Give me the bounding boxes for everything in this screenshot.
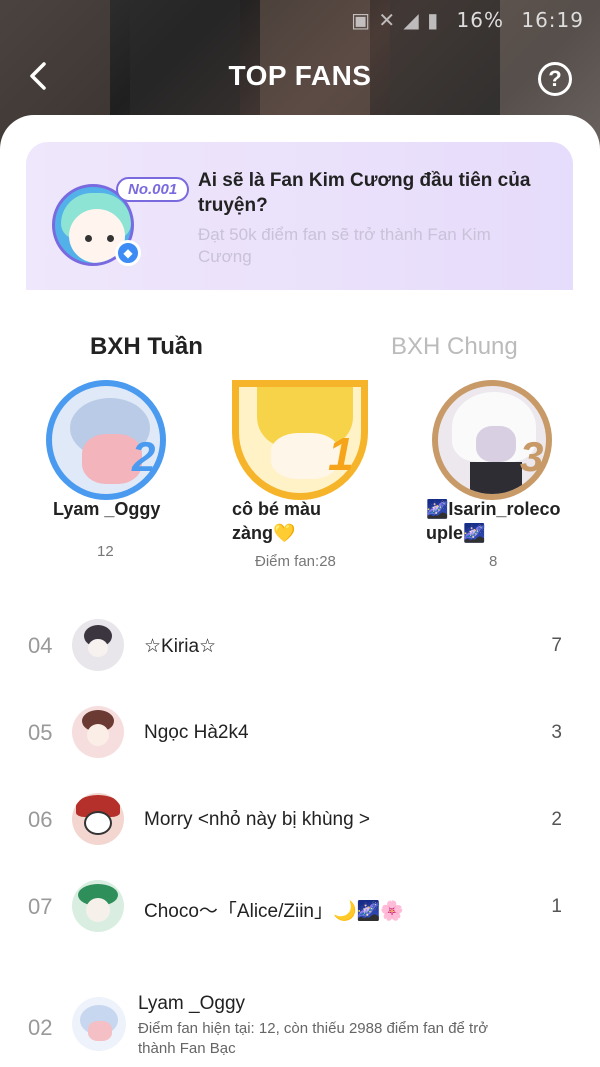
- fan-points: 7: [551, 635, 562, 656]
- promo-title: Ai sẽ là Fan Kim Cương đầu tiên của truy…: [198, 170, 531, 216]
- rank-number: 07: [28, 894, 53, 919]
- podium-score: Điểm fan:28: [255, 553, 336, 570]
- promo-subtitle: Đạt 50k điểm fan sẽ trở thành Fan Kim Cư…: [198, 225, 491, 266]
- content-sheet: ◆ No.001 Ai sẽ là Fan Kim Cương đầu tiên…: [0, 115, 600, 1067]
- podium-name: cô bé màu zàng💛: [232, 499, 322, 543]
- fan-name: Morry <nhỏ này bị khùng >: [144, 809, 371, 830]
- podium-score: 12: [97, 543, 114, 560]
- avatar: [72, 793, 124, 845]
- list-item[interactable]: 04 ☆Kiria☆ 7: [0, 605, 600, 685]
- podium-rank-2[interactable]: 2 Lyam _Oggy 12: [0, 365, 200, 565]
- current-user-rank[interactable]: 02 Lyam _Oggy Điểm fan hiện tại: 12, còn…: [0, 975, 600, 1067]
- fan-name: Choco～「Alice/Ziin」🌙🌌🌸: [144, 901, 404, 922]
- podium-name: Lyam _Oggy: [53, 499, 161, 519]
- clock: 16:19: [521, 8, 584, 32]
- avatar: [72, 880, 124, 932]
- rank-number: 05: [28, 720, 53, 745]
- podium-rank-3[interactable]: 3 🌌Isarin_rolecouple🌌 8: [400, 365, 600, 570]
- fan-points: 1: [551, 896, 562, 917]
- list-item[interactable]: 06 Morry <nhỏ này bị khùng > 2: [0, 779, 600, 859]
- help-icon[interactable]: ?: [538, 62, 572, 96]
- podium-rank-1[interactable]: 1 cô bé màu zàng💛 Điểm fan:28: [200, 365, 400, 575]
- page-title: TOP FANS: [228, 60, 372, 91]
- diamond-fan-promo[interactable]: ◆ No.001 Ai sẽ là Fan Kim Cương đầu tiên…: [26, 142, 573, 290]
- list-item[interactable]: 07 Choco～「Alice/Ziin」🌙🌌🌸 1: [0, 866, 600, 946]
- tab-overall[interactable]: BXH Chung: [391, 333, 518, 361]
- tab-weekly[interactable]: BXH Tuần: [90, 333, 203, 361]
- current-user-progress: Điểm fan hiện tại: 12, còn thiếu 2988 đi…: [138, 1020, 489, 1057]
- avatar: [72, 706, 124, 758]
- podium-score: 8: [489, 553, 498, 570]
- rank-number: 06: [28, 807, 53, 832]
- rank-badge: No.001: [116, 177, 190, 202]
- list-item[interactable]: 05 Ngọc Hà2k4 3: [0, 692, 600, 772]
- battery-level: 16%: [456, 8, 504, 32]
- current-user-name: Lyam _Oggy: [138, 993, 246, 1014]
- rank-number: 04: [28, 633, 53, 658]
- fan-points: 3: [551, 722, 562, 743]
- podium-name: 🌌Isarin_rolecouple🌌: [426, 499, 561, 543]
- rank-number: 2: [132, 433, 156, 480]
- fan-name: Ngọc Hà2k4: [144, 722, 249, 743]
- fan-points: 2: [551, 809, 562, 830]
- fan-name: ☆Kiria☆: [144, 636, 217, 657]
- signal-icons: ▣ ✕ ◢ ▮: [351, 8, 440, 32]
- rank-number: 02: [28, 1015, 53, 1040]
- rank-number: 3: [520, 433, 544, 480]
- avatar: [72, 619, 124, 671]
- diamond-icon: ◆: [115, 240, 141, 266]
- avatar: [72, 997, 126, 1051]
- rank-number: 1: [328, 428, 354, 480]
- status-bar: ▣ ✕ ◢ ▮ 16% 16:19: [351, 8, 584, 32]
